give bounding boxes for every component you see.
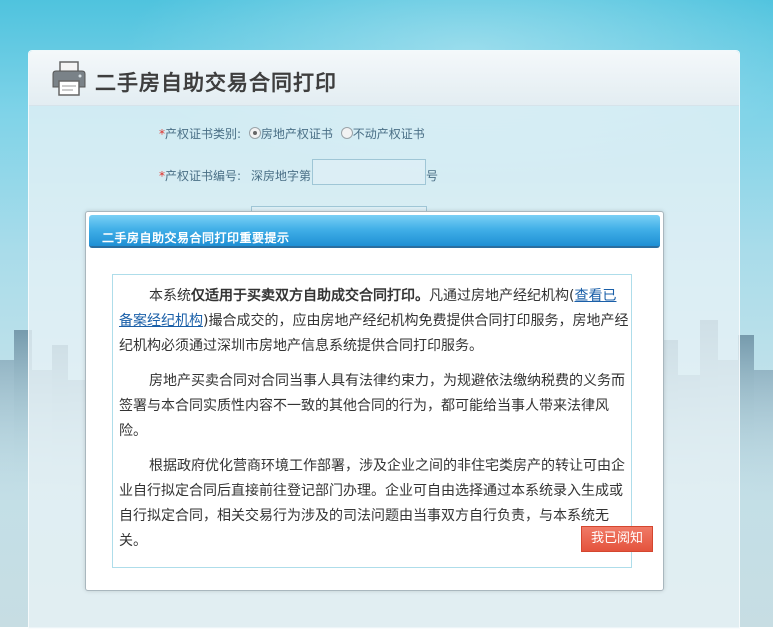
notice-content-box: 本系统仅适用于买卖双方自助成交合同打印。凡通过房地产经纪机构(查看已备案经纪机构…: [112, 274, 653, 568]
notice-modal: 二手房自助交易合同打印重要提示 本系统仅适用于买卖双方自助成交合同打印。凡通过房…: [85, 211, 664, 591]
cert-number-label: 产权证书编号:: [165, 169, 242, 183]
printer-icon: [52, 61, 86, 96]
cert-number-prefix: 深房地字第: [251, 169, 312, 183]
notice-paragraph-3: 根据政府优化营商环境工作部署，涉及企业之间的非住宅类房产的转让可由企业自行拟定合…: [119, 458, 625, 549]
modal-header: 二手房自助交易合同打印重要提示: [89, 215, 660, 248]
notice-paragraph-1: 本系统仅适用于买卖双方自助成交合同打印。凡通过房地产经纪机构(查看已备案经纪机构…: [119, 284, 629, 359]
page-title: 二手房自助交易合同打印: [95, 71, 337, 95]
p1-bold: 仅适用于买卖双方自助成交合同打印。: [191, 288, 429, 304]
p1-mid: 凡通过房地产经纪机构(: [429, 288, 575, 304]
cert-type-label: 产权证书类别:: [165, 127, 242, 141]
modal-title: 二手房自助交易合同打印重要提示: [102, 231, 290, 245]
radio-real-estate-cert-label[interactable]: 不动产权证书: [353, 127, 425, 141]
radio-real-estate-cert[interactable]: [340, 127, 353, 139]
acknowledge-button[interactable]: 我已阅知: [581, 526, 653, 552]
cert-number-input[interactable]: [312, 159, 426, 185]
cert-number-suffix: 号: [426, 169, 439, 183]
radio-property-cert[interactable]: [248, 127, 261, 139]
p1-pre: 本系统: [149, 288, 191, 304]
panel-header: 二手房自助交易合同打印: [29, 51, 739, 106]
radio-property-cert-label[interactable]: 房地产权证书: [261, 127, 333, 141]
notice-paragraph-2: 房地产买卖合同对合同当事人具有法律约束力，为规避依法缴纳税费的义务而签署与本合同…: [119, 373, 625, 439]
cert-number-row: *产权证书编号: 深房地字第: [159, 167, 311, 184]
cert-type-row: *产权证书类别: 房地产权证书 不动产权证书: [159, 125, 425, 142]
